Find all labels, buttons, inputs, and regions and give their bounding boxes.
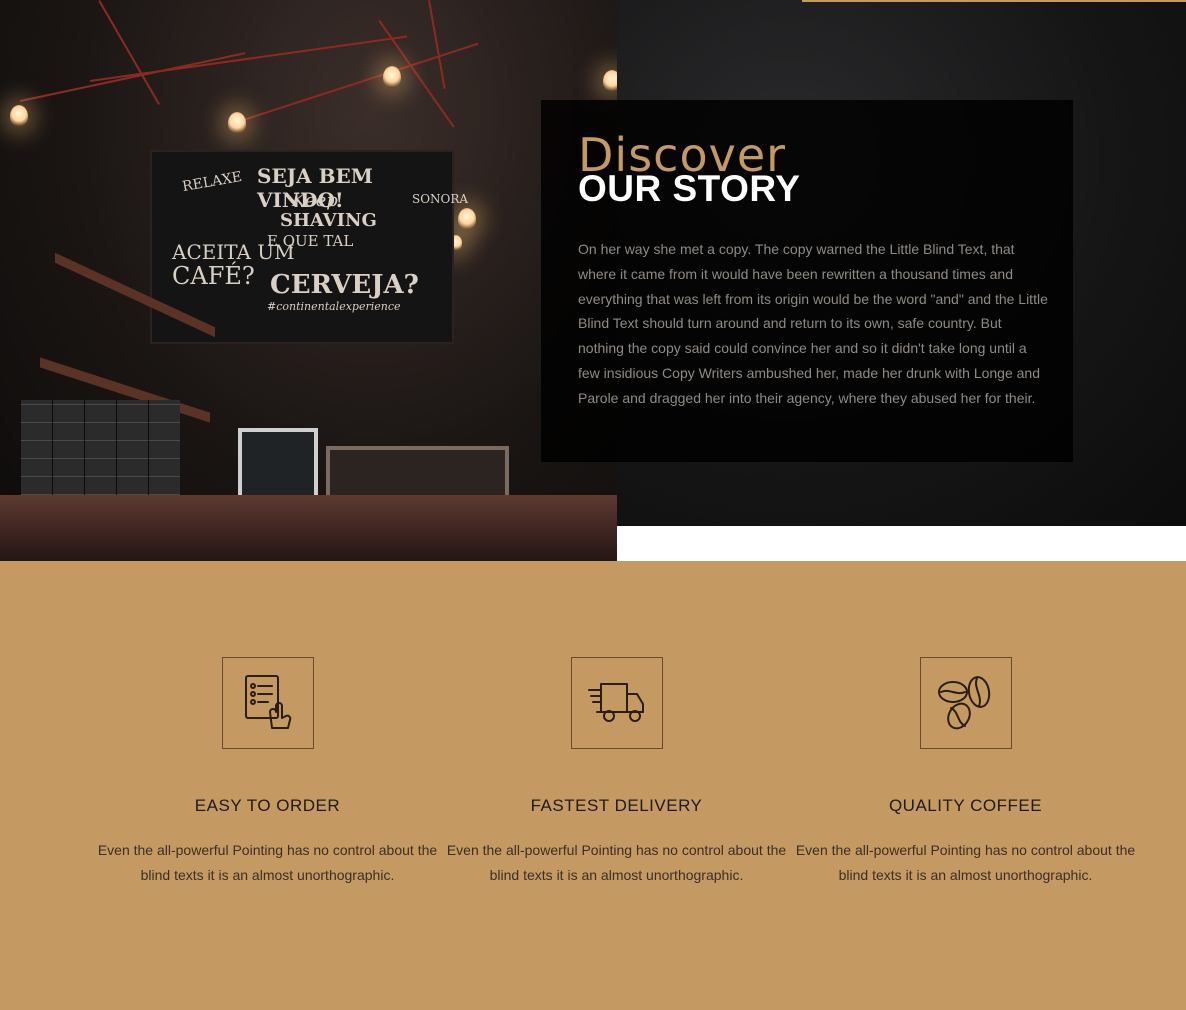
feature-title: EASY TO ORDER [194, 796, 341, 815]
coffee-beans-icon [937, 676, 990, 730]
feature-title: FASTEST DELIVERY [530, 796, 703, 815]
feature-text: Even the all-powerful Pointing has no co… [97, 842, 438, 883]
story-body-text: On her way she met a copy. The copy warn… [578, 241, 1048, 406]
feature-quality-coffee: QUALITY COFFEE Even the all-powerful Poi… [791, 657, 1140, 888]
cafe-bar-photo: RELAXE SEJA BEM VINDO! Keep SHAVING E QU… [0, 0, 617, 561]
delivery-truck-icon [587, 683, 644, 722]
features-section: EASY TO ORDER Even the all-powerful Poin… [0, 561, 1186, 1010]
bar-counter [0, 495, 617, 561]
feature-fastest-delivery: FASTEST DELIVERY Even the all-powerful P… [442, 657, 791, 888]
feature-icon-box [221, 657, 314, 749]
feature-title: QUALITY COFFEE [888, 796, 1043, 815]
story-section: RELAXE SEJA BEM VINDO! Keep SHAVING E QU… [0, 0, 1186, 561]
feature-icon-box [570, 657, 663, 749]
chalkboard: RELAXE SEJA BEM VINDO! Keep SHAVING E QU… [150, 150, 468, 344]
feature-icon-box [919, 657, 1012, 749]
accent-line [802, 0, 1186, 2]
story-heading: OUR STORY [578, 168, 801, 209]
feature-text: Even the all-powerful Pointing has no co… [795, 842, 1136, 883]
feature-text: Even the all-powerful Pointing has no co… [446, 842, 787, 883]
order-list-icon [244, 675, 291, 729]
feature-easy-to-order: EASY TO ORDER Even the all-powerful Poin… [93, 657, 442, 888]
